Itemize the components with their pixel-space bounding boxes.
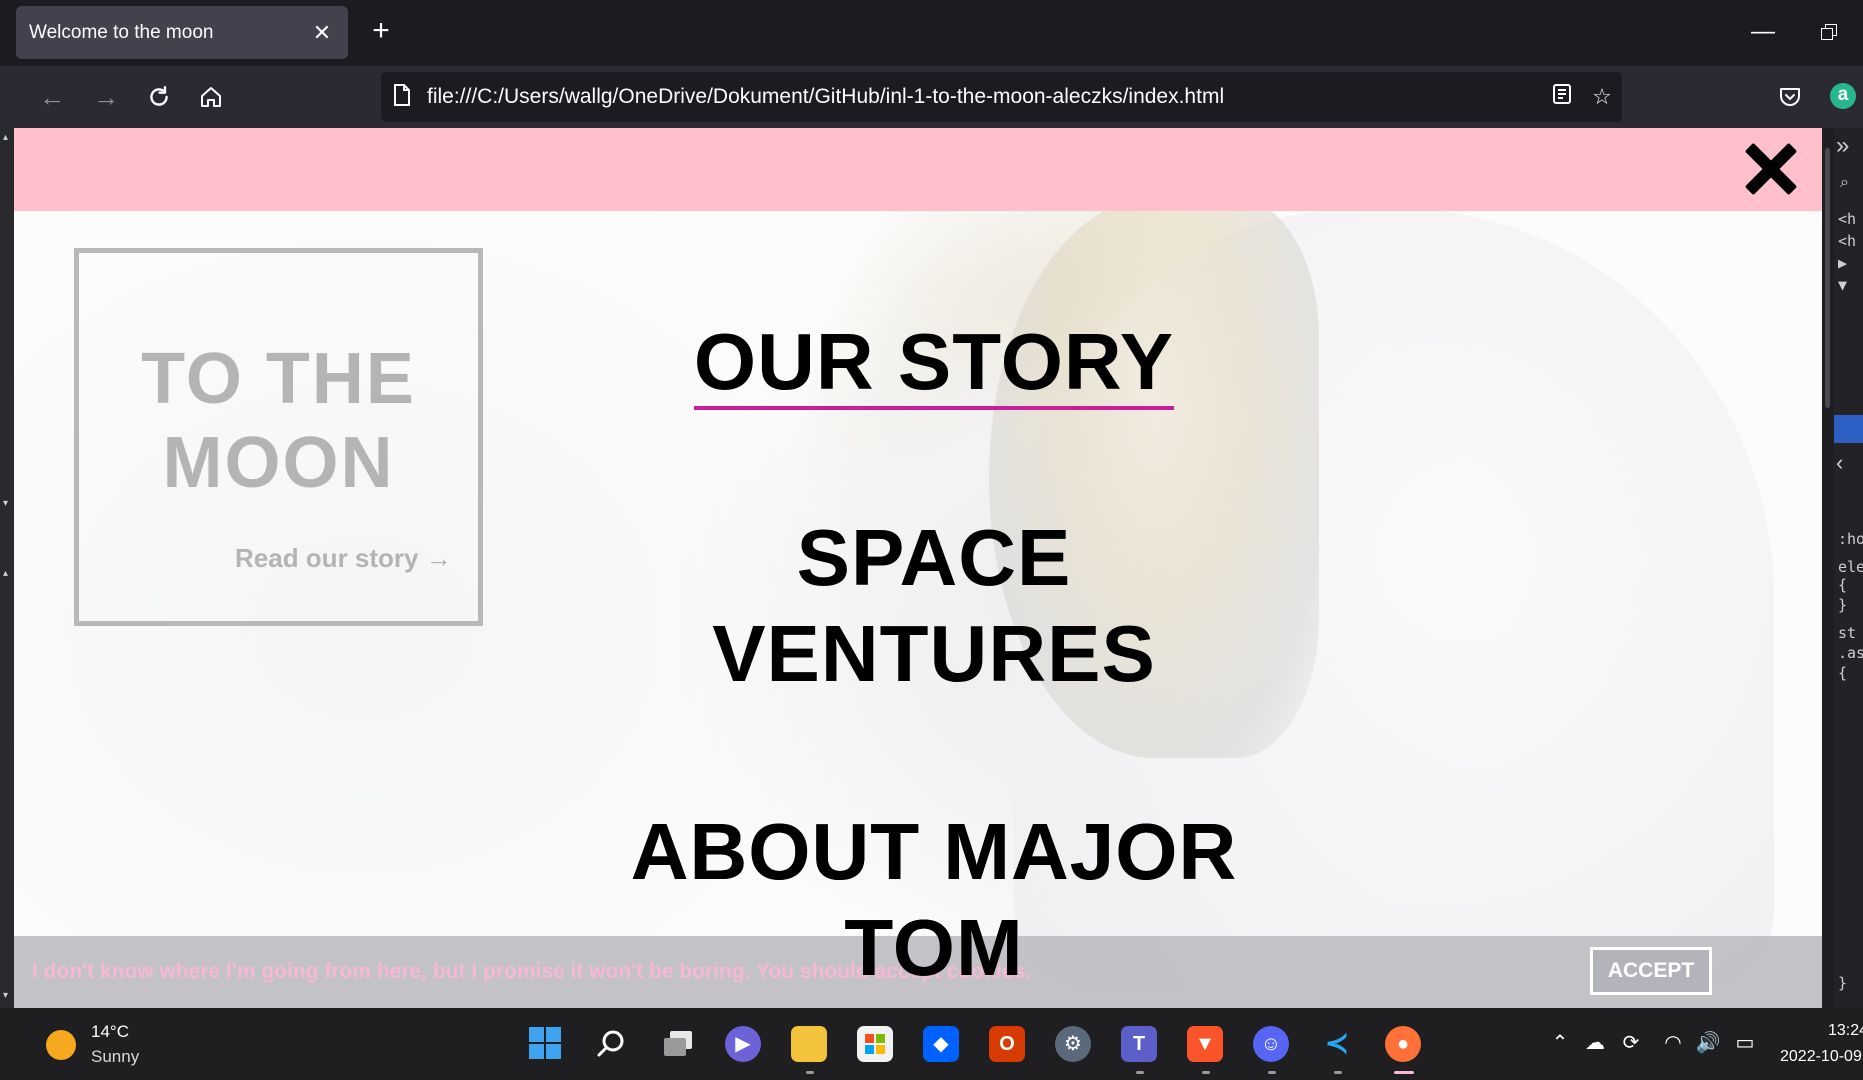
devtools-line: } xyxy=(1838,974,1848,992)
pocket-icon[interactable] xyxy=(1770,77,1810,117)
running-indicator xyxy=(806,1071,814,1074)
menu-header xyxy=(14,128,1822,211)
weather-sun-icon[interactable] xyxy=(46,1030,76,1060)
search-icon[interactable] xyxy=(594,1026,630,1062)
teams-icon[interactable]: T xyxy=(1121,1026,1157,1062)
running-indicator xyxy=(1334,1071,1342,1074)
devtools-expand-icon[interactable]: » xyxy=(1836,132,1849,160)
devtools-line: st xyxy=(1838,624,1857,642)
accept-cookies-button[interactable]: ACCEPT xyxy=(1590,947,1712,995)
site-title: TO THE MOON xyxy=(141,339,416,503)
read-story-link[interactable]: Read our story → xyxy=(235,543,452,574)
back-icon[interactable]: ← xyxy=(32,77,72,117)
devtools-line: elem xyxy=(1838,558,1863,576)
office-icon[interactable]: O xyxy=(989,1026,1025,1062)
page-icon xyxy=(393,83,411,111)
tab-strip: Welcome to the moon ✕ + — xyxy=(0,0,1863,66)
hero-card: TO THE MOON Read our story → xyxy=(74,248,483,626)
left-gutter: ▴ ▾ ▴ ▾ xyxy=(0,128,14,1008)
forward-icon[interactable]: → xyxy=(86,77,126,117)
clock-date[interactable]: 2022-10-09 xyxy=(1780,1048,1862,1066)
firefox-icon[interactable]: ● xyxy=(1385,1026,1421,1062)
running-indicator xyxy=(1268,1071,1276,1074)
reader-view-icon[interactable] xyxy=(1542,84,1582,110)
weather-condition[interactable]: Sunny xyxy=(91,1047,139,1067)
devtools-line: ▼ xyxy=(1838,276,1848,294)
devtools-line: :hov xyxy=(1838,530,1863,548)
menu-link-about-major-tom-overlay: ABOUT MAJOR TOM xyxy=(630,807,1238,992)
onedrive-icon[interactable]: ☁ xyxy=(1580,1030,1610,1055)
running-indicator xyxy=(1202,1071,1210,1074)
sync-icon[interactable]: ⟳ xyxy=(1616,1030,1646,1055)
menu-link-label: OUR STORY xyxy=(693,317,1175,410)
wifi-icon[interactable]: ◠ xyxy=(1658,1030,1688,1055)
devtools-line: .ast xyxy=(1838,644,1863,662)
devtools-collapse-icon[interactable]: ‹ xyxy=(1836,450,1843,476)
battery-icon[interactable]: ▭ xyxy=(1730,1030,1760,1055)
discord-icon[interactable]: ☺ xyxy=(1253,1026,1289,1062)
devtools-line: <h xyxy=(1838,210,1857,228)
menu-link-space-ventures[interactable]: SPACE VENTURES xyxy=(614,510,1254,702)
page-scrollbar[interactable] xyxy=(1822,128,1834,1008)
brave-browser-icon[interactable]: ▼ xyxy=(1187,1026,1223,1062)
devtools-line: ▶ xyxy=(1838,254,1848,272)
page-viewport: TO THE MOON Read our story → OUR STORY S… xyxy=(14,128,1822,1008)
chat-icon[interactable]: ▶ xyxy=(725,1026,761,1062)
settings-gear-icon[interactable]: ⚙ xyxy=(1055,1026,1091,1062)
bookmark-star-icon[interactable]: ☆ xyxy=(1582,84,1622,110)
start-icon[interactable] xyxy=(527,1026,563,1062)
new-tab-button[interactable]: + xyxy=(364,14,398,48)
devtools-line: } xyxy=(1838,596,1848,614)
tab-title: Welcome to the moon xyxy=(29,21,214,43)
task-view-icon[interactable] xyxy=(660,1026,696,1062)
restore-button[interactable] xyxy=(1816,20,1846,50)
home-icon[interactable] xyxy=(191,77,231,117)
clock-time[interactable]: 13:24 xyxy=(1828,1022,1863,1040)
devtools-search-icon[interactable]: ⌕ xyxy=(1840,174,1849,192)
file-explorer-icon[interactable] xyxy=(791,1026,827,1062)
minimize-button[interactable]: — xyxy=(1745,18,1781,48)
url-text[interactable]: file:///C:/Users/wallg/OneDrive/Dokument… xyxy=(427,85,1542,109)
devtools-selection xyxy=(1834,415,1863,443)
address-bar[interactable]: file:///C:/Users/wallg/OneDrive/Dokument… xyxy=(381,72,1622,122)
tab-close-icon[interactable]: ✕ xyxy=(308,20,336,46)
scrollbar-thumb[interactable] xyxy=(1825,148,1830,408)
tray-overflow-icon[interactable]: ⌃ xyxy=(1545,1030,1575,1055)
devtools-line: <h xyxy=(1838,232,1857,250)
reload-icon[interactable] xyxy=(139,77,179,117)
running-indicator xyxy=(1136,1071,1144,1074)
taskbar: 14°C Sunny ▶ ◆ O ⚙ T ▼ ☺ ≺ ● ⌃ ☁ ⟳ ◠ 🔊 ▭… xyxy=(0,1008,1863,1080)
volume-icon[interactable]: 🔊 xyxy=(1693,1030,1723,1055)
weather-temperature[interactable]: 14°C xyxy=(91,1022,129,1042)
menu-link-our-story[interactable]: OUR STORY xyxy=(614,314,1254,410)
vscode-icon[interactable]: ≺ xyxy=(1319,1026,1355,1062)
microsoft-store-icon[interactable] xyxy=(857,1026,893,1062)
browser-tab-active[interactable]: Welcome to the moon ✕ xyxy=(16,6,348,59)
devtools-line: { xyxy=(1838,664,1848,682)
extension-avatar-icon[interactable]: a xyxy=(1830,83,1856,109)
dropbox-icon[interactable]: ◆ xyxy=(923,1026,959,1062)
devtools-line: { xyxy=(1838,576,1848,594)
active-indicator xyxy=(1394,1071,1414,1074)
navigation-toolbar: ← → file:///C:/Users/wallg/OneDrive/Doku… xyxy=(0,66,1863,128)
close-icon[interactable] xyxy=(1736,132,1808,204)
